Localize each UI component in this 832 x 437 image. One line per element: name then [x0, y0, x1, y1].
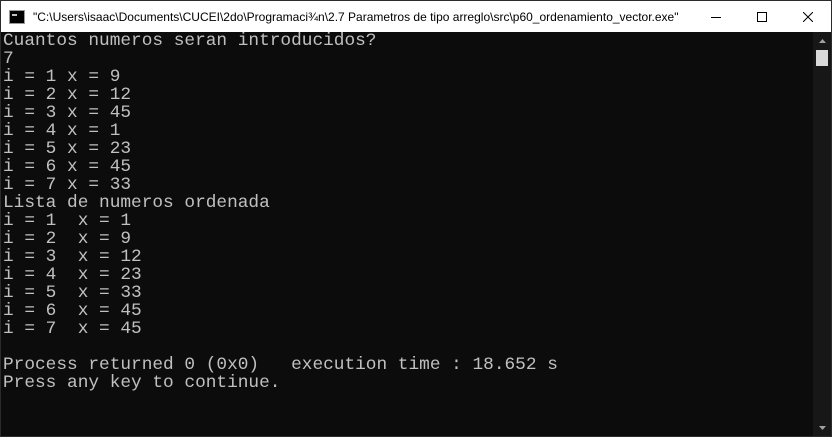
console-line: i = 1 x = 1: [3, 211, 132, 231]
title-bar[interactable]: "C:\Users\isaac\Documents\CUCEI\2do\Prog…: [1, 1, 831, 32]
console-line: Process returned 0 (0x0) execution time …: [3, 355, 558, 375]
console-line: i = 2 x = 9: [3, 229, 132, 249]
console-line: Press any key to continue.: [3, 373, 281, 393]
console-line: i = 5 x = 23: [3, 139, 132, 159]
close-button[interactable]: [785, 1, 831, 32]
chevron-down-icon: [818, 425, 826, 430]
console-window: "C:\Users\isaac\Documents\CUCEI\2do\Prog…: [0, 0, 832, 437]
maximize-button[interactable]: [739, 1, 785, 32]
window-controls: [693, 1, 831, 32]
window-title: "C:\Users\isaac\Documents\CUCEI\2do\Prog…: [33, 9, 679, 24]
minimize-icon: [711, 16, 721, 18]
console-line: i = 6 x = 45: [3, 157, 132, 177]
console-line: i = 6 x = 45: [3, 301, 142, 321]
console-app-icon[interactable]: [9, 9, 25, 24]
console-line: i = 1 x = 9: [3, 67, 121, 87]
chevron-up-icon: [818, 38, 826, 43]
console-line: i = 3 x = 12: [3, 247, 142, 267]
maximize-icon: [757, 11, 767, 22]
console-line: i = 4 x = 1: [3, 121, 121, 141]
console-line: i = 3 x = 45: [3, 103, 132, 123]
console-line: i = 2 x = 12: [3, 85, 132, 105]
minimize-button[interactable]: [693, 1, 739, 32]
console-line: 7: [3, 49, 14, 69]
console-output[interactable]: Cuantos numeros seran introducidos? 7 i …: [1, 32, 813, 436]
console-lines: Cuantos numeros seran introducidos? 7 i …: [1, 32, 813, 392]
console-line: i = 7 x = 33: [3, 175, 132, 195]
scroll-down-button[interactable]: [813, 419, 831, 436]
console-line: Cuantos numeros seran introducidos?: [3, 32, 377, 51]
console-line: i = 4 x = 23: [3, 265, 142, 285]
console-line: i = 5 x = 33: [3, 283, 142, 303]
scroll-thumb[interactable]: [816, 50, 828, 66]
console-line: Lista de numeros ordenada: [3, 193, 270, 213]
vertical-scrollbar[interactable]: [813, 32, 831, 436]
close-icon: [803, 11, 813, 22]
console-line: i = 7 x = 45: [3, 319, 142, 339]
scroll-up-button[interactable]: [813, 32, 831, 49]
